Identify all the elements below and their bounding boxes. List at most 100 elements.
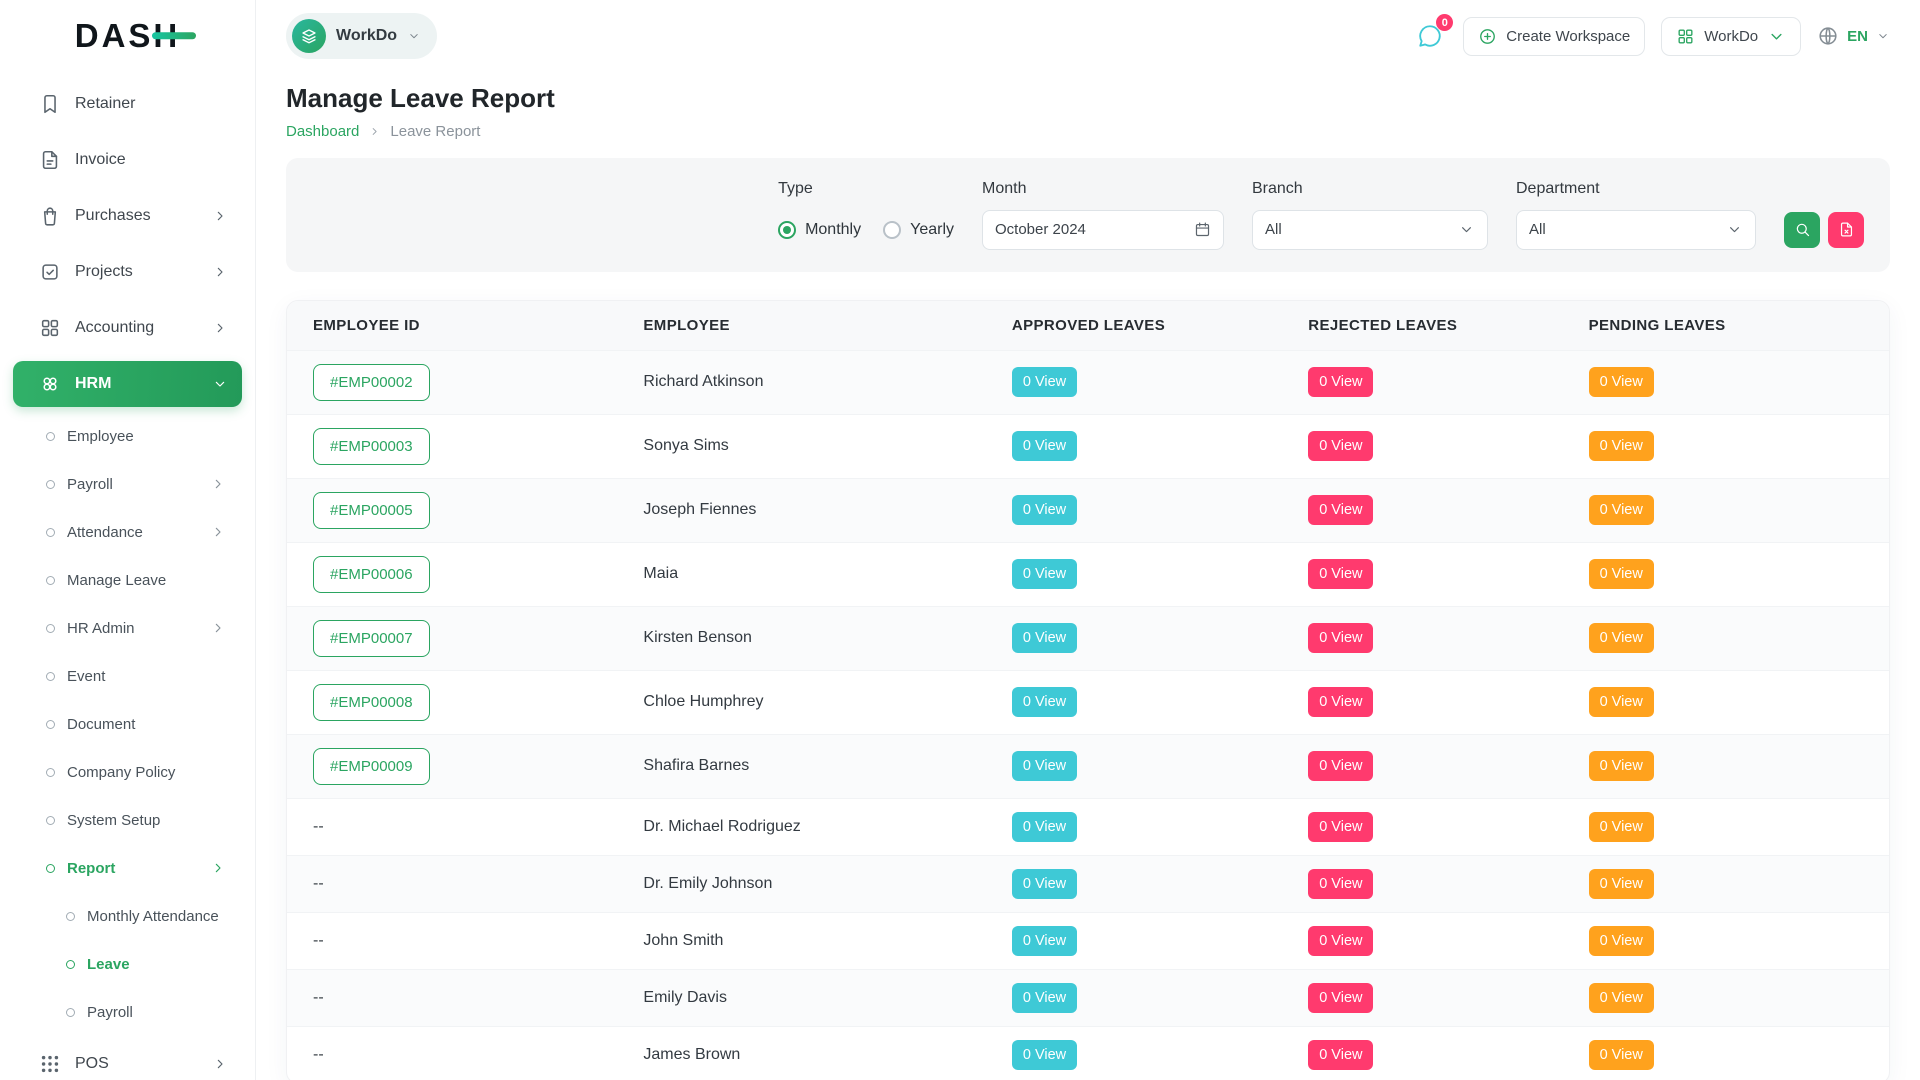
approved-leaves-badge[interactable]: 0 View: [1012, 751, 1077, 781]
sidebar-item-hrm[interactable]: HRM: [13, 361, 242, 407]
month-input[interactable]: October 2024: [982, 210, 1224, 250]
approved-leaves-badge[interactable]: 0 View: [1012, 687, 1077, 717]
chevron-right-icon: [212, 1056, 228, 1072]
sidebar-item-projects[interactable]: Projects: [13, 244, 242, 300]
sidebar-subitem-label: Employee: [67, 428, 134, 445]
employee-id-button[interactable]: #EMP00005: [313, 492, 430, 529]
pending-leaves-badge[interactable]: 0 View: [1589, 367, 1654, 397]
reset-button[interactable]: [1828, 212, 1864, 248]
search-button[interactable]: [1784, 212, 1820, 248]
employee-id-button[interactable]: #EMP00007: [313, 620, 430, 657]
rejected-leaves-badge[interactable]: 0 View: [1308, 869, 1373, 899]
bullet-icon: [46, 768, 55, 777]
employee-cell: Richard Atkinson: [623, 350, 991, 414]
rejected-leaves-badge[interactable]: 0 View: [1308, 812, 1373, 842]
employee-id-empty: --: [313, 932, 324, 949]
table-row: #EMP00008 Chloe Humphrey 0 View 0 View 0…: [287, 670, 1889, 734]
sidebar-item-report[interactable]: Report: [13, 844, 242, 892]
employee-id-button[interactable]: #EMP00002: [313, 364, 430, 401]
sidebar-nav: Retainer Invoice Purchases Projects Acco…: [0, 72, 255, 1080]
sidebar-item-event[interactable]: Event: [13, 652, 242, 700]
bullet-icon: [46, 576, 55, 585]
sidebar-subitem-label: Leave: [87, 956, 130, 973]
employee-id-button[interactable]: #EMP00003: [313, 428, 430, 465]
sidebar-item-employee[interactable]: Employee: [13, 412, 242, 460]
pending-leaves-badge[interactable]: 0 View: [1589, 926, 1654, 956]
sidebar-item-leave[interactable]: Leave: [13, 940, 242, 988]
sidebar-item-hr-admin[interactable]: HR Admin: [13, 604, 242, 652]
workspace-switcher[interactable]: WorkDo: [286, 13, 437, 59]
pending-leaves-badge[interactable]: 0 View: [1589, 983, 1654, 1013]
approved-leaves-badge[interactable]: 0 View: [1012, 983, 1077, 1013]
pending-leaves-badge[interactable]: 0 View: [1589, 1040, 1654, 1070]
employee-id-cell: #EMP00007: [287, 606, 623, 670]
accounting-icon: [39, 317, 61, 339]
pending-leaves-badge[interactable]: 0 View: [1589, 431, 1654, 461]
sidebar-item-manage-leave[interactable]: Manage Leave: [13, 556, 242, 604]
pending-leaves-badge[interactable]: 0 View: [1589, 495, 1654, 525]
approved-leaves-badge[interactable]: 0 View: [1012, 926, 1077, 956]
sidebar-item-system-setup[interactable]: System Setup: [13, 796, 242, 844]
approved-leaves-badge[interactable]: 0 View: [1012, 623, 1077, 653]
page-title: Manage Leave Report: [286, 84, 1890, 114]
approved-leaves-cell: 0 View: [992, 350, 1288, 414]
approved-leaves-cell: 0 View: [992, 798, 1288, 855]
sidebar-item-pos[interactable]: POS: [13, 1036, 242, 1080]
rejected-leaves-badge[interactable]: 0 View: [1308, 623, 1373, 653]
rejected-leaves-badge[interactable]: 0 View: [1308, 926, 1373, 956]
sidebar-item-purchases[interactable]: Purchases: [13, 188, 242, 244]
sidebar-item-company-policy[interactable]: Company Policy: [13, 748, 242, 796]
approved-leaves-badge[interactable]: 0 View: [1012, 431, 1077, 461]
approved-leaves-badge[interactable]: 0 View: [1012, 559, 1077, 589]
rejected-leaves-badge[interactable]: 0 View: [1308, 687, 1373, 717]
sidebar-item-payroll[interactable]: Payroll: [13, 460, 242, 508]
branch-select[interactable]: All: [1252, 210, 1488, 250]
sidebar-item-payroll[interactable]: Payroll: [13, 988, 242, 1036]
sidebar-item-monthly-attendance[interactable]: Monthly Attendance: [13, 892, 242, 940]
column-header-pending-leaves: PENDING LEAVES: [1569, 301, 1889, 351]
rejected-leaves-badge[interactable]: 0 View: [1308, 431, 1373, 461]
rejected-leaves-badge[interactable]: 0 View: [1308, 1040, 1373, 1070]
logo-link[interactable]: DASH: [0, 0, 255, 72]
pending-leaves-badge[interactable]: 0 View: [1589, 812, 1654, 842]
pending-leaves-badge[interactable]: 0 View: [1589, 751, 1654, 781]
pending-leaves-badge[interactable]: 0 View: [1589, 623, 1654, 653]
pending-leaves-badge[interactable]: 0 View: [1589, 687, 1654, 717]
rejected-leaves-badge[interactable]: 0 View: [1308, 983, 1373, 1013]
language-selector[interactable]: EN: [1817, 25, 1890, 47]
sidebar-item-label: Accounting: [75, 319, 154, 337]
sidebar-item-retainer[interactable]: Retainer: [13, 76, 242, 132]
messages-button[interactable]: 0: [1413, 19, 1447, 53]
table-row: -- Dr. Michael Rodriguez 0 View 0 View 0…: [287, 798, 1889, 855]
department-label: Department: [1516, 180, 1756, 198]
employee-id-button[interactable]: #EMP00006: [313, 556, 430, 593]
workspace-menu-button[interactable]: WorkDo: [1661, 17, 1801, 56]
employee-cell: Joseph Fiennes: [623, 478, 991, 542]
create-workspace-button[interactable]: Create Workspace: [1463, 17, 1645, 56]
sidebar-item-document[interactable]: Document: [13, 700, 242, 748]
approved-leaves-badge[interactable]: 0 View: [1012, 367, 1077, 397]
rejected-leaves-badge[interactable]: 0 View: [1308, 559, 1373, 589]
rejected-leaves-badge[interactable]: 0 View: [1308, 751, 1373, 781]
type-radio-monthly[interactable]: Monthly: [778, 221, 861, 239]
pending-leaves-badge[interactable]: 0 View: [1589, 559, 1654, 589]
approved-leaves-badge[interactable]: 0 View: [1012, 869, 1077, 899]
pending-leaves-badge[interactable]: 0 View: [1589, 869, 1654, 899]
column-header-approved-leaves: APPROVED LEAVES: [992, 301, 1288, 351]
employee-id-button[interactable]: #EMP00009: [313, 748, 430, 785]
employee-name: James Brown: [643, 1046, 740, 1063]
employee-id-button[interactable]: #EMP00008: [313, 684, 430, 721]
sidebar-item-invoice[interactable]: Invoice: [13, 132, 242, 188]
approved-leaves-badge[interactable]: 0 View: [1012, 1040, 1077, 1070]
approved-leaves-badge[interactable]: 0 View: [1012, 495, 1077, 525]
chevron-right-icon: [210, 860, 226, 876]
sidebar-item-attendance[interactable]: Attendance: [13, 508, 242, 556]
department-select[interactable]: All: [1516, 210, 1756, 250]
breadcrumb-dashboard-link[interactable]: Dashboard: [286, 123, 359, 140]
rejected-leaves-badge[interactable]: 0 View: [1308, 367, 1373, 397]
type-radio-yearly[interactable]: Yearly: [883, 221, 954, 239]
sidebar-item-accounting[interactable]: Accounting: [13, 300, 242, 356]
submenu-report: Monthly Attendance Leave Payroll: [13, 892, 242, 1036]
rejected-leaves-badge[interactable]: 0 View: [1308, 495, 1373, 525]
approved-leaves-badge[interactable]: 0 View: [1012, 812, 1077, 842]
